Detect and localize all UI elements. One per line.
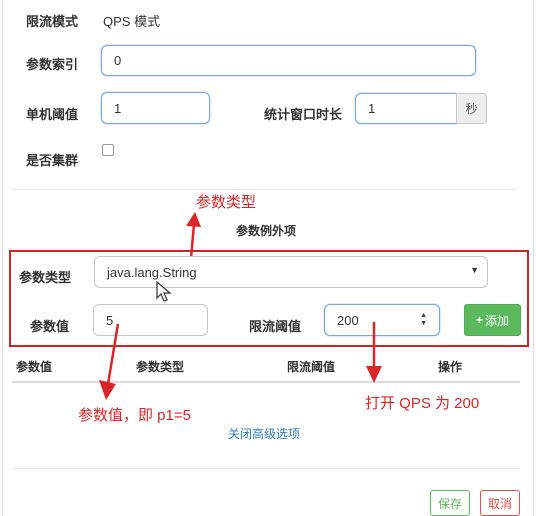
table-header-actions: 操作: [438, 360, 463, 374]
window-value: 1: [368, 101, 376, 116]
arrow-down-right-icon: [366, 322, 382, 383]
divider-top: [12, 189, 516, 190]
param-type-value: java.lang.String: [107, 264, 197, 280]
table-header-divider: [12, 381, 520, 383]
param-index-label: 参数索引: [26, 57, 79, 72]
add-button[interactable]: + 添加: [464, 304, 521, 336]
save-button-label: 保存: [437, 496, 462, 511]
window-unit: 秒: [465, 102, 478, 116]
table-header-param-type: 参数类型: [136, 360, 185, 374]
annotation-param-type: 参数类型: [196, 194, 257, 211]
arrow-down-left-icon: [99, 323, 120, 400]
panel-left-border: [2, 0, 3, 516]
param-type-label: 参数类型: [19, 270, 72, 285]
window-label: 统计窗口时长: [264, 107, 343, 122]
mouse-cursor-icon: [156, 281, 172, 302]
exception-section-title: 参数例外项: [236, 224, 297, 238]
single-threshold-value: 1: [114, 100, 122, 116]
window-unit-addon: 秒: [456, 93, 487, 124]
param-index-input[interactable]: 0: [101, 45, 476, 76]
cluster-checkbox[interactable]: [102, 144, 114, 156]
mode-label: 限流模式: [26, 14, 79, 29]
cancel-button-label: 取消: [487, 496, 512, 511]
stepper-icon[interactable]: ▲ ▼: [420, 312, 427, 328]
chevron-down-icon: ▼: [470, 265, 479, 275]
table-header-limit: 限流阈值: [287, 360, 336, 374]
annotation-qps: 打开 QPS 为 200: [365, 395, 480, 412]
close-advanced-link[interactable]: 关闭高级选项: [228, 425, 300, 442]
panel-right-border: [533, 0, 534, 516]
param-type-select[interactable]: java.lang.String ▼: [94, 256, 488, 288]
cluster-label: 是否集群: [26, 153, 79, 168]
window-input[interactable]: 1: [355, 93, 457, 124]
param-index-value: 0: [114, 53, 122, 68]
limit-label: 限流阈值: [249, 319, 302, 334]
single-threshold-input[interactable]: 1: [101, 92, 210, 124]
cancel-button[interactable]: 取消: [480, 490, 520, 516]
add-button-label: 添加: [485, 313, 510, 328]
single-threshold-label: 单机阈值: [26, 107, 79, 122]
param-value-label: 参数值: [30, 319, 70, 334]
table-header-param-value: 参数值: [16, 360, 53, 374]
save-button[interactable]: 保存: [430, 490, 470, 516]
limit-value: 200: [337, 312, 359, 328]
annotation-param-value: 参数值，即 p1=5: [78, 407, 191, 424]
mode-value: QPS 模式: [103, 14, 161, 29]
divider-bottom: [12, 468, 520, 469]
plus-icon: +: [475, 313, 483, 327]
